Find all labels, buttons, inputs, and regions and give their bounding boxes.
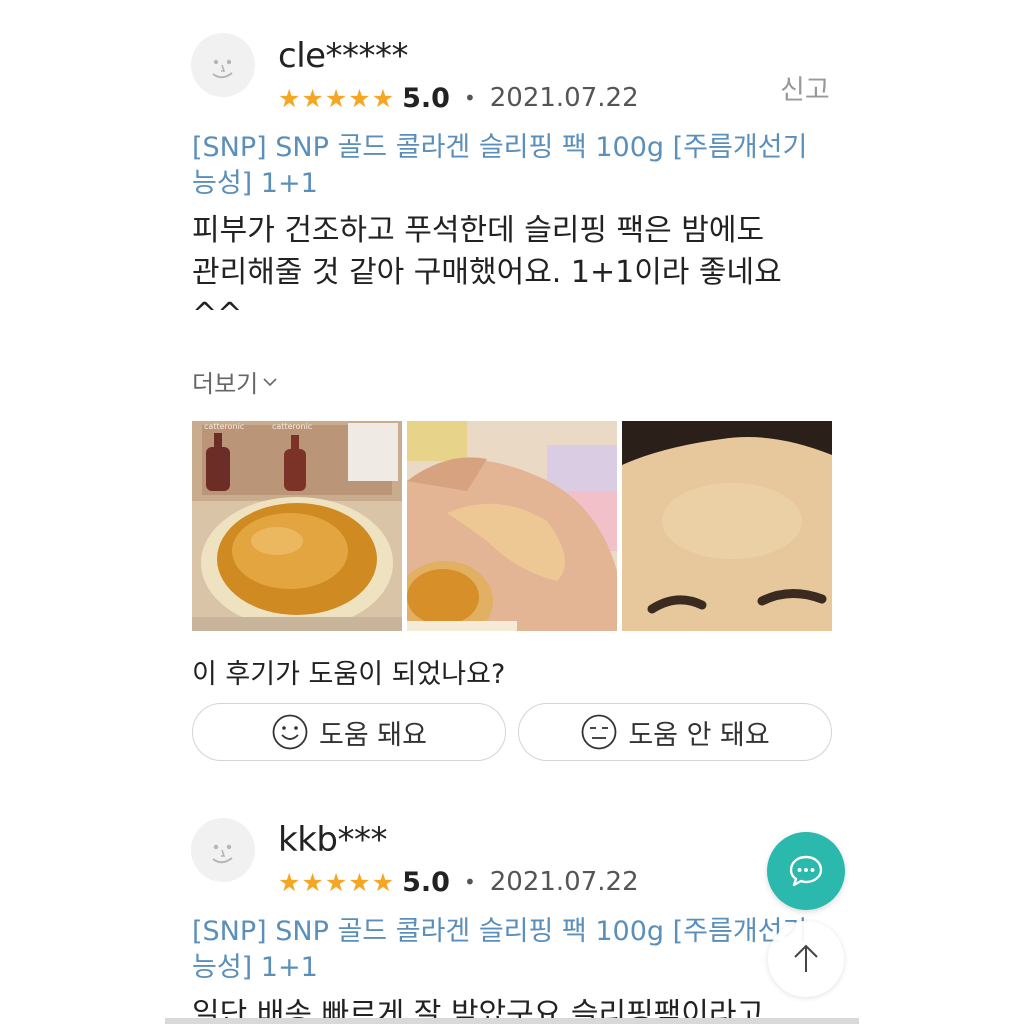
review-date: 2021.07.22	[489, 867, 639, 897]
star-icon: ★	[278, 867, 301, 897]
star-icon: ★	[371, 867, 395, 897]
separator-dot: •	[463, 86, 476, 110]
avatar-face-icon	[212, 59, 233, 79]
chat-button[interactable]	[767, 832, 845, 910]
product-name-line: [SNP] SNP 골드 콜라겐 슬리핑 팩 100g [주름개선기	[192, 916, 808, 947]
product-name-line: 능성] 1+1	[192, 952, 318, 983]
product-link[interactable]: [SNP] SNP 골드 콜라겐 슬리핑 팩 100g [주름개선기 능성] 1…	[192, 914, 842, 986]
jar-photo: catteronic catteronic	[192, 421, 402, 631]
review-photo[interactable]: catteronic catteronic	[192, 421, 402, 631]
more-label: 더보기	[192, 370, 259, 398]
scroll-top-button[interactable]	[768, 921, 844, 997]
review-body-line: 관리해줄 것 같아 구매했어요. 1+1이라 좋네요	[192, 255, 782, 290]
not-helpful-button[interactable]: 도움 안 돼요	[518, 703, 832, 761]
rating-row: ★ ★ ★ ★ ★ 5.0 • 2021.07.22	[278, 865, 639, 899]
review-photo[interactable]	[407, 421, 617, 631]
star-icon: ★	[348, 83, 371, 113]
star-icon: ★	[301, 83, 324, 113]
star-icon: ★	[324, 867, 348, 897]
review-body-line: ^^	[192, 297, 243, 332]
neutral-face-icon	[581, 714, 617, 750]
more-button[interactable]: 더보기	[192, 364, 278, 399]
bottom-divider	[165, 1018, 859, 1024]
avatar	[191, 33, 255, 97]
not-helpful-label: 도움 안 돼요	[628, 719, 770, 751]
review-photos: catteronic catteronic	[192, 421, 832, 631]
avatar-face-icon	[212, 844, 233, 864]
username: cle*****	[278, 36, 409, 76]
star-icon: ★	[278, 83, 301, 113]
review-body: 피부가 건조하고 푸석한데 슬리핑 팩은 밤에도 관리해줄 것 같아 구매했어요…	[192, 210, 842, 336]
report-button[interactable]: 신고	[780, 68, 830, 107]
star-icon: ★	[301, 867, 324, 897]
avatar	[191, 818, 255, 882]
brand-label: catteronic	[272, 422, 312, 431]
product-name-line: 능성] 1+1	[192, 168, 318, 199]
smile-face-icon	[272, 714, 308, 750]
star-icon: ★	[371, 83, 395, 113]
brand-label: catteronic	[204, 422, 244, 431]
helpful-button[interactable]: 도움 돼요	[192, 703, 506, 761]
chat-bubble-icon	[789, 855, 823, 887]
rating-score: 5.0	[402, 866, 450, 898]
rating-row: ★ ★ ★ ★ ★ 5.0 • 2021.07.22	[278, 81, 639, 115]
review-photo[interactable]	[622, 421, 832, 631]
forehead-photo	[622, 421, 832, 631]
review-date: 2021.07.22	[489, 83, 639, 113]
separator-dot: •	[463, 870, 476, 894]
swatch-photo	[407, 421, 617, 631]
star-rating: ★ ★ ★ ★ ★	[278, 870, 394, 895]
chevron-down-icon	[263, 377, 277, 386]
username: kkb***	[278, 820, 387, 860]
product-name-line: [SNP] SNP 골드 콜라겐 슬리핑 팩 100g [주름개선기	[192, 132, 808, 163]
star-rating: ★ ★ ★ ★ ★	[278, 86, 394, 111]
product-link[interactable]: [SNP] SNP 골드 콜라겐 슬리핑 팩 100g [주름개선기 능성] 1…	[192, 130, 842, 202]
rating-score: 5.0	[402, 82, 450, 114]
star-icon: ★	[324, 83, 348, 113]
helpful-label: 도움 돼요	[319, 719, 427, 751]
review-body-line: 피부가 건조하고 푸석한데 슬리핑 팩은 밤에도	[192, 213, 765, 248]
arrow-up-icon	[794, 944, 818, 972]
truncated-text-fade	[192, 338, 812, 344]
helpful-question: 이 후기가 도움이 되었나요?	[192, 659, 506, 690]
star-icon: ★	[348, 867, 371, 897]
